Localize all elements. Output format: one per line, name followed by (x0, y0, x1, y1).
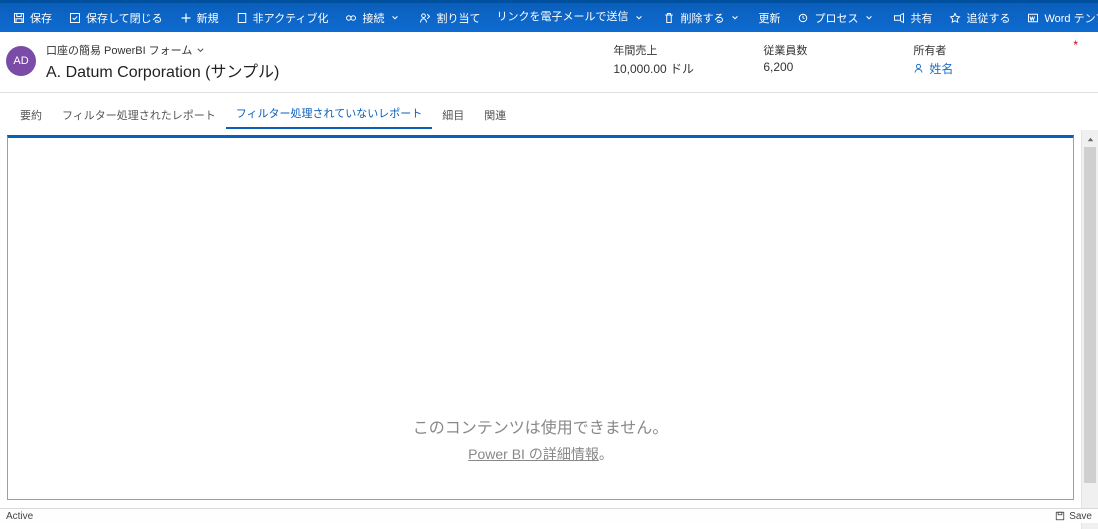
label: 新規 (197, 10, 219, 26)
new-button[interactable]: 新規 (171, 3, 227, 32)
plus-icon (179, 11, 193, 25)
learn-more-suffix: 。 (599, 446, 613, 462)
tab-details[interactable]: 細目 (432, 101, 474, 129)
label: 割り当て (436, 10, 480, 26)
tab-related[interactable]: 関連 (474, 101, 516, 129)
label: 年間売上 (613, 42, 733, 58)
label: 所有者 (913, 42, 1033, 58)
learn-more-link[interactable]: Power BI の詳細情報 (468, 446, 599, 462)
tab-unfiltered-report[interactable]: フィルター処理されていないレポート (226, 99, 432, 129)
label: プロセス (814, 10, 858, 26)
delete-button[interactable]: 削除する (654, 3, 750, 32)
email-link-button[interactable]: リンクを電子メールで送信 (488, 3, 654, 32)
label: 保存して閉じる (86, 10, 163, 26)
save-icon (1055, 511, 1065, 521)
label: 共有 (910, 10, 932, 26)
follow-button[interactable]: 追従する (940, 3, 1018, 32)
status-bar: Active Save (0, 508, 1098, 523)
command-bar: 保存 保存して閉じる 新規 非アクティブ化 接続 割り当て リン (0, 3, 1098, 32)
value: 6,200 (763, 60, 883, 74)
form-selector[interactable]: 口座の簡易 PowerBI フォーム (46, 42, 279, 58)
chevron-down-icon (632, 11, 646, 25)
label: 接続 (362, 10, 384, 26)
label: リンクを電子メールで送信 (496, 11, 628, 23)
star-icon (948, 11, 962, 25)
share-icon (892, 11, 906, 25)
tab-filtered-report[interactable]: フィルター処理されたレポート (52, 101, 226, 129)
person-icon (913, 63, 924, 74)
deactivate-icon (235, 11, 249, 25)
unavailable-message: このコンテンツは使用できません。 (413, 414, 669, 438)
owner-name: 姓名 (929, 60, 953, 77)
label: Word テンプレート (1044, 10, 1098, 26)
label: 追従する (966, 10, 1010, 26)
word-icon (1026, 11, 1040, 25)
form-name: 口座の簡易 PowerBI フォーム (46, 42, 192, 58)
word-template-button[interactable]: Word テンプレート (1018, 3, 1098, 32)
form-tabs: 要約 フィルター処理されたレポート フィルター処理されていないレポート 細目 関… (0, 93, 1098, 130)
label: 保存 (30, 10, 52, 26)
process-icon (796, 11, 810, 25)
chevron-down-icon (388, 11, 402, 25)
value: 10,000.00 ドル (613, 60, 733, 77)
connect-button[interactable]: 接続 (336, 3, 410, 32)
owner-field: 所有者 姓名 (913, 42, 1033, 77)
scroll-track[interactable] (1082, 147, 1098, 512)
report-panel: このコンテンツは使用できません。 Power BI の詳細情報。 (0, 130, 1081, 529)
chevron-down-icon (728, 11, 742, 25)
process-button[interactable]: プロセス (788, 3, 884, 32)
connect-icon (344, 11, 358, 25)
value[interactable]: 姓名 (913, 60, 1033, 77)
footer-save-button[interactable]: Save (1055, 511, 1092, 522)
avatar: AD (6, 46, 36, 76)
status-text: Active (6, 511, 33, 522)
deactivate-button[interactable]: 非アクティブ化 (227, 3, 337, 32)
powerbi-frame: このコンテンツは使用できません。 Power BI の詳細情報。 (7, 135, 1074, 500)
annual-revenue: 年間売上 10,000.00 ドル (613, 42, 733, 77)
label: Save (1069, 511, 1092, 522)
chevron-down-icon (196, 46, 205, 55)
assign-icon (418, 11, 432, 25)
record-title: A. Datum Corporation (サンプル) (46, 58, 279, 82)
required-indicator: * (1073, 38, 1078, 52)
chevron-down-icon (862, 11, 876, 25)
employee-count: 従業員数 6,200 (763, 42, 883, 74)
record-header: AD 口座の簡易 PowerBI フォーム A. Datum Corporati… (0, 32, 1098, 93)
share-button[interactable]: 共有 (884, 3, 940, 32)
assign-button[interactable]: 割り当て (410, 3, 488, 32)
label: 更新 (758, 10, 780, 26)
save-icon (12, 11, 26, 25)
label: 削除する (680, 10, 724, 26)
label: 非アクティブ化 (253, 10, 329, 26)
learn-more-line: Power BI の詳細情報。 (468, 444, 613, 464)
trash-icon (662, 11, 676, 25)
label: 従業員数 (763, 42, 883, 58)
scroll-thumb[interactable] (1084, 147, 1096, 483)
save-button[interactable]: 保存 (4, 3, 60, 32)
save-close-button[interactable]: 保存して閉じる (60, 3, 171, 32)
vertical-scrollbar[interactable] (1081, 130, 1098, 529)
refresh-button[interactable]: 更新 (750, 3, 788, 32)
save-close-icon (68, 11, 82, 25)
scroll-up-button[interactable] (1083, 132, 1098, 147)
tab-summary[interactable]: 要約 (10, 101, 52, 129)
